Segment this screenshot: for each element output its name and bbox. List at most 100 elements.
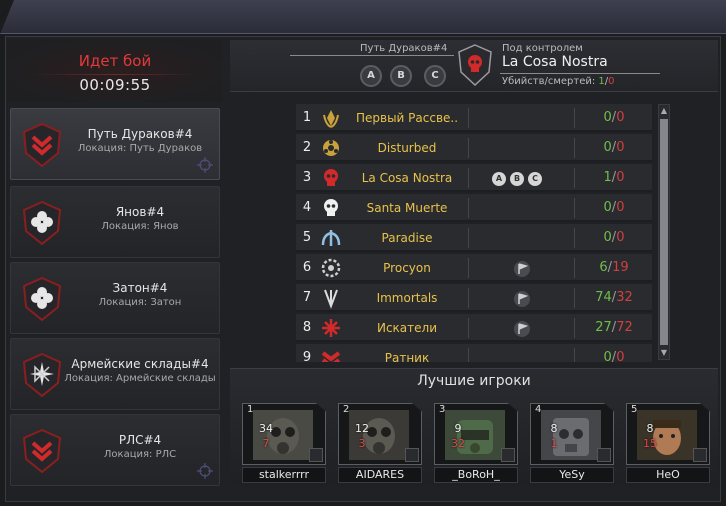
clan-kd: 0/0 <box>603 230 625 245</box>
location-item[interactable]: РЛС#4 Локация: РЛС <box>10 414 220 486</box>
location-subtitle: Локация: Затон <box>98 297 182 308</box>
clan-kd: 0/0 <box>603 140 625 155</box>
kd-label: Убийств/смертей: <box>502 76 596 87</box>
clan-badge-icon <box>501 448 515 462</box>
swords-clan-icon <box>320 287 342 309</box>
control-label: Под контролем <box>502 43 583 54</box>
clan-ranking-table: 1 Первый Рассве.. 0/0 2 Disturbed 0/0 3 La Cosa… <box>296 104 652 362</box>
clan-rank: 6 <box>302 260 312 275</box>
clover-emblem-icon <box>22 276 62 322</box>
clan-kills: 0 <box>603 200 612 215</box>
player-card[interactable]: 2 12 3 AIDARES <box>338 403 422 483</box>
clan-row[interactable]: 3 La Cosa Nostra A B C 1/0 <box>296 164 652 192</box>
control-kd: Убийств/смертей: 1/0 <box>502 76 615 87</box>
clan-kills: 27 <box>595 320 612 335</box>
player-kills: 12 <box>355 422 369 435</box>
player-portrait-frame: 3 9 32 <box>434 403 518 465</box>
clan-rank: 3 <box>302 170 312 185</box>
clan-name: Disturbed <box>377 141 437 155</box>
clan-deaths: 32 <box>616 290 633 305</box>
skull-red-clan-icon <box>320 167 342 189</box>
clan-name: Paradise <box>381 231 433 245</box>
player-rank: 3 <box>439 404 446 415</box>
war-name: Путь Дураков#4 <box>360 43 448 54</box>
location-name: Путь Дураков#4 <box>87 127 193 141</box>
player-deaths: 3 <box>358 437 366 450</box>
clan-kd: 27/72 <box>595 320 633 335</box>
clan-row[interactable]: 5 Paradise 0/0 <box>296 224 652 252</box>
scroll-up-icon[interactable]: ▲ <box>659 105 669 117</box>
location-item[interactable]: Путь Дураков#4 Локация: Путь Дураков <box>10 108 220 180</box>
clan-row[interactable]: 2 Disturbed 0/0 <box>296 134 652 162</box>
player-deaths: 7 <box>262 437 270 450</box>
clan-row[interactable]: 7 Immortals 74/32 <box>296 284 652 312</box>
player-deaths: 1 <box>550 437 558 450</box>
player-kills: 8 <box>550 422 558 435</box>
player-card[interactable]: 4 8 1 YeSy <box>530 403 614 483</box>
clan-kills: 6 <box>599 260 608 275</box>
control-clan-name: La Cosa Nostra <box>502 54 608 70</box>
laurel-clan-icon <box>320 107 342 129</box>
clan-deaths: 19 <box>612 260 629 275</box>
helmet-portrait <box>445 410 505 460</box>
clan-row[interactable]: 6 Procyon 6/19 <box>296 254 652 282</box>
location-name: Армейские склады#4 <box>71 357 209 371</box>
star-red-clan-icon <box>320 317 342 339</box>
flag-icon <box>514 321 530 337</box>
player-portrait-frame: 48 1 <box>530 403 614 465</box>
clan-rank: 9 <box>302 350 312 362</box>
clan-kills: 0 <box>603 140 612 155</box>
clan-name: Santa Muerte <box>366 201 448 215</box>
scroll-down-icon[interactable]: ▼ <box>659 347 669 359</box>
player-kills: 9 <box>454 422 462 435</box>
crosshair-icon <box>197 157 213 173</box>
table-scrollbar[interactable]: ▲ ▼ <box>658 104 670 360</box>
point-b-icon: B <box>510 172 524 186</box>
clan-kd: 0/0 <box>576 350 652 362</box>
player-card[interactable]: 3 9 32 _BoRoH_ <box>434 403 518 483</box>
player-kills: 8 <box>646 422 654 435</box>
clan-name: La Cosa Nostra <box>361 171 453 185</box>
location-subtitle: Локация: Армейские склады <box>64 373 216 384</box>
clan-name: Procyon <box>383 261 431 275</box>
location-name: Янов#4 <box>115 205 165 219</box>
clan-rank: 8 <box>302 320 312 335</box>
location-panel: Идет бой 00:09:55 Путь Дураков#4 Локация:… <box>8 40 222 494</box>
location-subtitle: Локация: Путь Дураков <box>77 143 203 154</box>
wreath-clan-icon <box>320 257 342 279</box>
clan-name: Immortals <box>376 291 438 305</box>
location-item[interactable]: Затон#4 Локация: Затон <box>10 262 220 334</box>
clan-deaths: 0 <box>616 230 625 245</box>
player-kills: 34 <box>259 422 273 435</box>
point-c-icon: C <box>424 65 446 87</box>
clan-deaths: 0 <box>616 140 625 155</box>
location-item[interactable]: Янов#4 Локация: Янов <box>10 186 220 258</box>
gasmask-portrait <box>253 410 313 460</box>
clan-deaths: 0 <box>616 350 625 362</box>
location-subtitle: Локация: РЛС <box>103 449 177 460</box>
clan-name: Первый Рассве.. <box>355 111 459 125</box>
player-name: YeSy <box>530 467 614 483</box>
clan-kd: 74/32 <box>595 290 633 305</box>
clan-row[interactable]: 4 Santa Muerte 0/0 <box>296 194 652 222</box>
scroll-thumb[interactable] <box>660 119 668 345</box>
player-card[interactable]: 1 34 7 stalkerrrr <box>242 403 326 483</box>
crosshair-icon <box>197 463 213 479</box>
clan-row[interactable]: 1 Первый Рассве.. 0/0 <box>296 104 652 132</box>
clan-badge-icon <box>597 448 611 462</box>
battle-timer: 00:09:55 <box>79 76 151 94</box>
clan-kd: 6/19 <box>599 260 629 275</box>
face-portrait <box>637 410 697 460</box>
location-item[interactable]: Армейские склады#4 Локация: Армейские скл… <box>10 338 220 410</box>
player-name: stalkerrrr <box>242 467 326 483</box>
player-card[interactable]: 5 8 15 HeO <box>626 403 710 483</box>
flag-icon <box>514 261 530 277</box>
window-titlebar <box>0 0 726 34</box>
point-b-icon: B <box>390 65 412 87</box>
controlling-clan-emblem-icon <box>458 44 492 86</box>
clan-row[interactable]: 9 Ратник 0/0 <box>296 344 652 362</box>
skull-white-clan-icon <box>320 197 342 219</box>
clan-kills: 0 <box>603 230 612 245</box>
point-a-icon: A <box>360 65 382 87</box>
clan-row[interactable]: 8 Искатели 27/72 <box>296 314 652 342</box>
